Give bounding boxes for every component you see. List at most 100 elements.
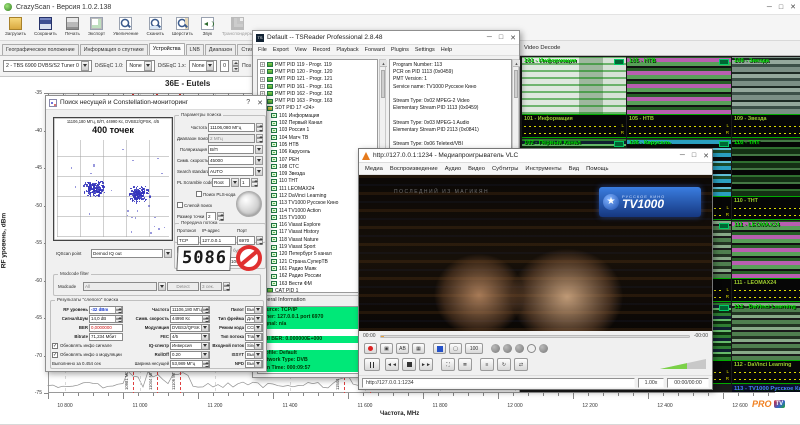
result-value[interactable]: Single xyxy=(245,342,263,350)
menu-record[interactable]: Record xyxy=(313,47,331,53)
result-value[interactable]: 0,0000000 xyxy=(89,324,123,332)
result-value[interactable]: CCM xyxy=(245,324,263,332)
tree-item[interactable]: 103 Россия 1 xyxy=(258,127,377,134)
tab-стиль[interactable]: Стиль xyxy=(237,44,252,55)
toolbar-button-comb[interactable]: Шерстить xyxy=(169,16,196,40)
update-info-checkbox[interactable]: ✓Обновлять инфо о модуляции xyxy=(52,352,123,358)
detect-interval[interactable]: 3 сек. xyxy=(200,282,222,291)
pl-scramble-select[interactable]: Root xyxy=(212,178,230,187)
chevron-down-icon[interactable] xyxy=(255,167,263,176)
menu-2[interactable]: Аудио xyxy=(445,166,461,172)
shuffle-button[interactable]: ⇄ xyxy=(514,358,528,371)
position-stepper[interactable]: 0 xyxy=(220,60,229,72)
tree-item[interactable]: +PMT PID 120 - Progr. 120 xyxy=(258,68,377,75)
extended-settings-button[interactable]: ≣ xyxy=(458,358,472,371)
video-decode-cell[interactable]: 101 - Информация101 - ИнформацияLR xyxy=(522,57,626,139)
tree-item[interactable]: 104 Матч ТВ xyxy=(258,134,377,141)
color-dot-icon[interactable] xyxy=(527,344,536,353)
toolbar-button-sound[interactable]: Звук xyxy=(198,16,217,40)
result-value[interactable]: Выкл. xyxy=(245,360,263,368)
chevron-down-icon[interactable] xyxy=(206,61,214,71)
pls-search-checkbox[interactable] xyxy=(196,191,202,197)
tab-устройства[interactable]: Устройства xyxy=(149,43,185,55)
scroll-up-icon[interactable]: ▲ xyxy=(380,60,387,67)
result-value[interactable]: DVBS2/QPSK xyxy=(170,324,210,332)
close-icon[interactable]: ✕ xyxy=(790,3,796,11)
menu-plugins[interactable]: Plugins xyxy=(391,47,409,53)
tree-item[interactable]: 101 Информация xyxy=(258,112,377,119)
zoom-level-stepper[interactable]: 100 xyxy=(465,343,483,354)
record-button[interactable] xyxy=(364,343,377,354)
chevron-down-icon[interactable] xyxy=(254,333,262,341)
menu-settings[interactable]: Settings xyxy=(415,47,435,53)
result-value[interactable]: -32 dBm xyxy=(89,306,123,314)
menu-playback[interactable]: Playback xyxy=(336,47,358,53)
minimize-icon[interactable]: ─ xyxy=(680,152,685,159)
menu-1[interactable]: Воспроизведение xyxy=(390,166,438,172)
tree-expander-icon[interactable]: + xyxy=(260,77,265,82)
result-value[interactable]: 14,0 dB xyxy=(89,315,123,323)
chevron-down-icon[interactable] xyxy=(201,333,209,341)
playlist-button[interactable]: ≡ xyxy=(480,358,494,371)
tab-диапазон[interactable]: Диапазон xyxy=(205,44,237,55)
detect-button[interactable]: Detect xyxy=(167,282,199,291)
stop-button[interactable] xyxy=(236,245,262,271)
chevron-down-icon[interactable] xyxy=(254,360,262,368)
tree-expander-icon[interactable]: + xyxy=(260,84,265,89)
menu-6[interactable]: Вид xyxy=(569,166,580,172)
port-input[interactable]: 6970 xyxy=(237,236,255,245)
tuner-select[interactable]: 2 - TBS 6900 DVBS/S2 Tuner 0 xyxy=(3,60,92,72)
tree-item[interactable]: +PMT PID 161 - Progr. 161 xyxy=(258,83,377,90)
volume-slider[interactable] xyxy=(660,359,706,369)
color-dot-icon[interactable] xyxy=(539,344,548,353)
position-spin-buttons[interactable] xyxy=(232,60,239,72)
tree-item[interactable]: 102 Первый Канал xyxy=(258,119,377,126)
menu-0[interactable]: Медиа xyxy=(365,166,383,172)
pause-button[interactable] xyxy=(364,358,380,371)
toolbar-button-open[interactable]: Загрузить xyxy=(2,16,29,40)
menu-4[interactable]: Субтитры xyxy=(492,166,518,172)
menu-3[interactable]: Видео xyxy=(468,166,485,172)
search-standard-select[interactable]: AUTO xyxy=(208,167,254,176)
result-value[interactable]: Выкл. xyxy=(245,306,263,314)
blind-search-checkbox[interactable] xyxy=(177,202,183,208)
video-decode-cell[interactable]: 112 - DaVinci Learning112 - DaVinci Lear… xyxy=(732,303,800,385)
video-decode-cell[interactable]: 105 - НТВ105 - НТВLR xyxy=(627,57,731,139)
toolbar-button-zoom[interactable]: Увеличение xyxy=(110,16,141,40)
menu-forward[interactable]: Forward xyxy=(365,47,385,53)
color-dot-icon[interactable] xyxy=(503,344,512,353)
symbol-rate-select[interactable]: 45000 xyxy=(208,156,254,165)
menu-file[interactable]: File xyxy=(258,47,267,53)
ab-loop-button[interactable]: AB xyxy=(396,343,409,354)
tree-item[interactable]: –SDT PID 17 <24> xyxy=(258,105,377,112)
color-dot-icon[interactable] xyxy=(515,344,524,353)
tab-географическое-положение[interactable]: Географическое положение xyxy=(2,44,79,55)
result-value[interactable]: 44990 Кс xyxy=(170,315,210,323)
previous-button[interactable]: ◄◄ xyxy=(385,358,399,371)
seek-slider[interactable] xyxy=(380,335,690,338)
dvd-menu-button[interactable] xyxy=(433,343,446,354)
chevron-down-icon[interactable] xyxy=(144,61,152,71)
checkbox-icon[interactable]: ✓ xyxy=(52,352,58,358)
result-value[interactable]: 11106,180 МГц xyxy=(170,306,210,314)
playback-rate[interactable]: 1.00x xyxy=(638,378,664,388)
chevron-down-icon[interactable] xyxy=(255,156,263,165)
modcode-select[interactable]: All xyxy=(83,282,157,291)
diseqc1x-select[interactable]: None xyxy=(189,60,217,72)
tree-item[interactable]: +PMT PID 119 - Progr. 119 xyxy=(258,61,377,68)
chevron-down-icon[interactable] xyxy=(255,145,263,154)
tab-информация-о-спутнике[interactable]: Информация о спутнике xyxy=(80,44,148,55)
maximize-icon[interactable]: □ xyxy=(692,152,696,159)
subtitle-sync-button[interactable]: ▢ xyxy=(449,343,462,354)
iqscan-point-select[interactable]: Demod IQ out xyxy=(91,249,163,258)
vlc-video-area[interactable]: ПОСЛЕДНИЙ ИЗ МАГИКЯН ★ РУССКОЕ КИНО TV10… xyxy=(359,175,712,331)
constellation-plot[interactable]: 11106,180 МГц, В/П, 44990 Кс, DVBS2/QPSK… xyxy=(53,117,173,241)
snapshot-button[interactable]: ▣ xyxy=(380,343,393,354)
tsreader-titlebar[interactable]: TS Default -- TSReader Professional 2.8.… xyxy=(253,31,519,45)
diseqc10-select[interactable]: None xyxy=(126,60,154,72)
maximize-icon[interactable]: □ xyxy=(779,4,783,11)
tree-item[interactable]: +PMT PID 162 - Progr. 162 xyxy=(258,90,377,97)
result-value[interactable]: Выкл. xyxy=(245,351,263,359)
menu-view[interactable]: View xyxy=(295,47,307,53)
chevron-down-icon[interactable] xyxy=(254,306,262,314)
